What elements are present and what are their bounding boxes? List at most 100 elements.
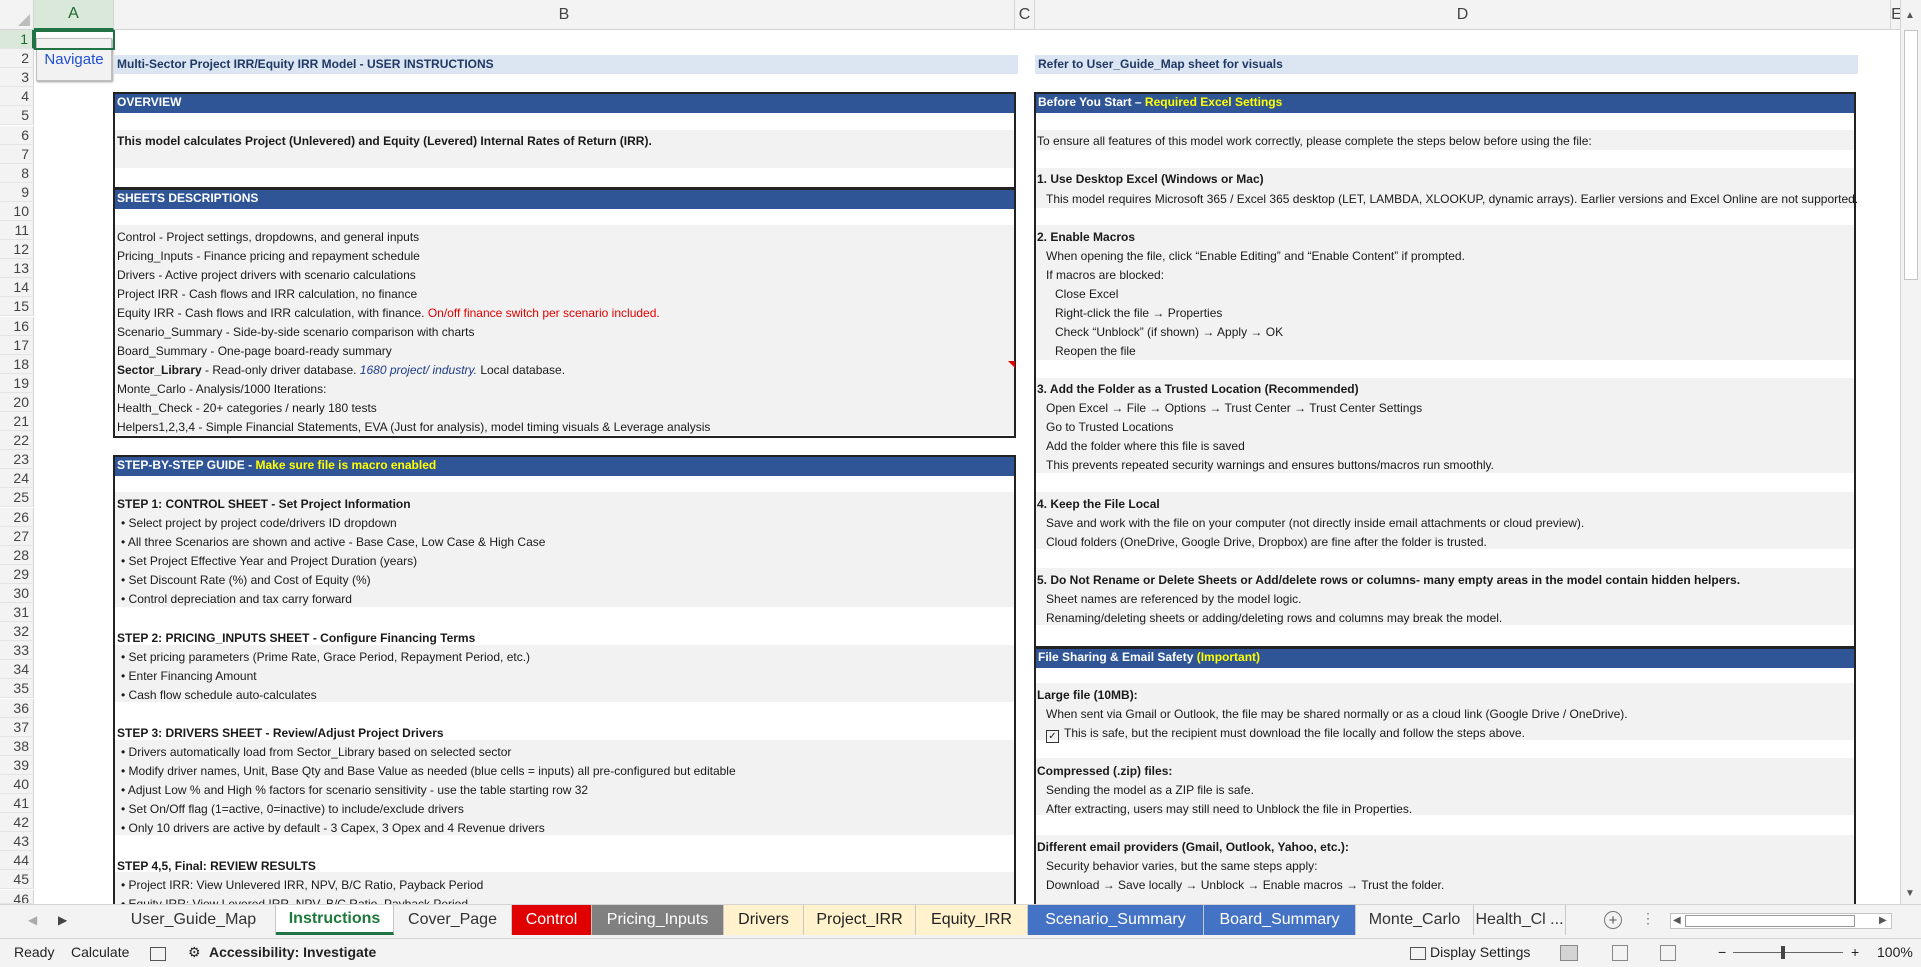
zoom-in-icon[interactable]: + bbox=[1851, 944, 1859, 960]
before-step2-item: When opening the file, click “Enable Edi… bbox=[1046, 249, 1465, 263]
h-scroll-right-arrow[interactable]: ▶ bbox=[1879, 915, 1887, 926]
column-header-a[interactable]: A bbox=[34, 0, 114, 30]
row-header[interactable]: 34 bbox=[0, 660, 34, 680]
vertical-scrollbar[interactable]: ▲ ▼ bbox=[1900, 0, 1921, 904]
sheet-tab-instructions[interactable]: Instructions bbox=[276, 905, 394, 935]
row-header[interactable]: 23 bbox=[0, 450, 34, 470]
sheet-tab-equity-irr[interactable]: Equity_IRR bbox=[916, 905, 1028, 935]
row-header[interactable]: 8 bbox=[0, 163, 34, 183]
sheet-tab-drivers[interactable]: Drivers bbox=[724, 905, 804, 935]
row-header[interactable]: 18 bbox=[0, 354, 34, 374]
sheet-tab-control[interactable]: Control bbox=[512, 905, 592, 935]
zoom-slider-thumb[interactable] bbox=[1781, 946, 1785, 959]
sheet-tab-monte-carlo[interactable]: Monte_Carlo bbox=[1356, 905, 1474, 935]
sheet-stats-icon[interactable] bbox=[150, 947, 166, 961]
sheet-tab-user-guide-map[interactable]: User_Guide_Map bbox=[112, 905, 276, 935]
row-header[interactable]: 19 bbox=[0, 373, 34, 393]
row-header[interactable]: 6 bbox=[0, 125, 34, 145]
add-sheet-icon[interactable]: + bbox=[1604, 911, 1622, 929]
row-header[interactable]: 21 bbox=[0, 412, 34, 432]
page-break-icon[interactable] bbox=[1660, 945, 1676, 961]
row-header[interactable]: 36 bbox=[0, 698, 34, 718]
row-header[interactable]: 17 bbox=[0, 335, 34, 355]
row-header[interactable]: 20 bbox=[0, 392, 34, 412]
row-header[interactable]: 30 bbox=[0, 583, 34, 603]
row-header[interactable]: 15 bbox=[0, 297, 34, 317]
scroll-up-arrow[interactable]: ▲ bbox=[1905, 10, 1917, 21]
row-header[interactable]: 12 bbox=[0, 240, 34, 260]
row-header[interactable]: 9 bbox=[0, 182, 34, 202]
row-header[interactable]: 25 bbox=[0, 488, 34, 508]
scroll-thumb[interactable] bbox=[1904, 30, 1918, 280]
page-layout-icon[interactable] bbox=[1612, 945, 1628, 961]
status-display-settings[interactable]: Display Settings bbox=[1430, 944, 1530, 960]
row-header[interactable]: 11 bbox=[0, 221, 34, 241]
more-options-icon[interactable]: ⋮ bbox=[1641, 910, 1655, 927]
horizontal-scrollbar[interactable]: ◀ ▶ bbox=[1670, 913, 1892, 929]
step3-item: • Only 10 drivers are active by default … bbox=[121, 821, 545, 835]
row-header[interactable]: 28 bbox=[0, 545, 34, 565]
row-header[interactable]: 42 bbox=[0, 813, 34, 833]
sheet-tab-cover-page[interactable]: Cover_Page bbox=[394, 905, 512, 935]
row-header[interactable]: 1 bbox=[0, 30, 34, 50]
row-header[interactable]: 7 bbox=[0, 144, 34, 164]
tab-scroll-right-icon[interactable]: ▶ bbox=[58, 913, 67, 927]
row-header[interactable]: 2 bbox=[0, 49, 34, 69]
accessibility-icon[interactable]: ⚙ bbox=[188, 944, 201, 961]
row-header[interactable]: 33 bbox=[0, 641, 34, 661]
row-header[interactable]: 41 bbox=[0, 794, 34, 814]
row-header[interactable]: 32 bbox=[0, 622, 34, 642]
before-step3-item: Add the folder where this file is saved bbox=[1046, 439, 1245, 453]
row-header[interactable]: 35 bbox=[0, 679, 34, 699]
row-header[interactable]: 3 bbox=[0, 68, 34, 88]
sheet-tab-scenario-summary[interactable]: Scenario_Summary bbox=[1028, 905, 1204, 935]
step1-item: • Control depreciation and tax carry for… bbox=[121, 592, 352, 606]
display-settings-icon[interactable] bbox=[1410, 947, 1426, 960]
row-header[interactable]: 10 bbox=[0, 201, 34, 221]
before-step2-subitem: Check “Unblock” (if shown) → Apply → OK bbox=[1055, 325, 1284, 339]
h-scroll-thumb[interactable] bbox=[1685, 915, 1855, 927]
column-header-d[interactable]: D bbox=[1035, 0, 1891, 30]
row-header[interactable]: 22 bbox=[0, 431, 34, 451]
select-all-corner[interactable] bbox=[0, 0, 34, 30]
selected-cell-a1[interactable] bbox=[34, 30, 115, 50]
row-header[interactable]: 40 bbox=[0, 774, 34, 794]
sheet-tab-pricing-inputs[interactable]: Pricing_Inputs bbox=[592, 905, 724, 935]
row-header[interactable]: 4 bbox=[0, 87, 34, 107]
zip-item: Sending the model as a ZIP file is safe. bbox=[1046, 783, 1254, 797]
status-accessibility[interactable]: Accessibility: Investigate bbox=[209, 944, 376, 960]
row-header[interactable]: 38 bbox=[0, 736, 34, 756]
row-header[interactable]: 24 bbox=[0, 469, 34, 489]
row-header[interactable]: 31 bbox=[0, 603, 34, 623]
normal-view-icon[interactable] bbox=[1560, 945, 1578, 961]
row-header[interactable]: 26 bbox=[0, 507, 34, 527]
step1-item: • Set Project Effective Year and Project… bbox=[121, 554, 418, 568]
row-header[interactable]: 44 bbox=[0, 851, 34, 871]
status-zoom[interactable]: 100% bbox=[1877, 944, 1913, 960]
row-header[interactable]: 29 bbox=[0, 564, 34, 584]
row-header[interactable]: 43 bbox=[0, 832, 34, 852]
comment-indicator[interactable] bbox=[1008, 361, 1015, 368]
column-header-b[interactable]: B bbox=[114, 0, 1015, 30]
tab-scroll-left-icon[interactable]: ◀ bbox=[28, 913, 37, 927]
sheet-tab-health-cl[interactable]: Health_Cl ... bbox=[1474, 905, 1566, 935]
row-header[interactable]: 46 bbox=[0, 889, 34, 904]
h-scroll-left-arrow[interactable]: ◀ bbox=[1673, 915, 1681, 926]
step1-item: • Set Discount Rate (%) and Cost of Equi… bbox=[121, 573, 371, 587]
zoom-out-icon[interactable]: − bbox=[1718, 944, 1726, 960]
row-header[interactable]: 27 bbox=[0, 526, 34, 546]
zoom-slider[interactable] bbox=[1733, 952, 1843, 953]
row-header[interactable]: 37 bbox=[0, 717, 34, 737]
sheet-tab-board-summary[interactable]: Board_Summary bbox=[1204, 905, 1356, 935]
status-ready: Ready bbox=[14, 944, 55, 960]
status-calculate[interactable]: Calculate bbox=[71, 944, 129, 960]
row-header[interactable]: 45 bbox=[0, 870, 34, 890]
row-header[interactable]: 39 bbox=[0, 755, 34, 775]
row-header[interactable]: 16 bbox=[0, 316, 34, 336]
sheet-tab-project-irr[interactable]: Project_IRR bbox=[804, 905, 916, 935]
row-header[interactable]: 13 bbox=[0, 259, 34, 279]
row-header[interactable]: 14 bbox=[0, 278, 34, 298]
row-header[interactable]: 5 bbox=[0, 106, 34, 126]
scroll-down-arrow[interactable]: ▼ bbox=[1905, 888, 1917, 899]
column-header-c[interactable]: C bbox=[1015, 0, 1035, 30]
